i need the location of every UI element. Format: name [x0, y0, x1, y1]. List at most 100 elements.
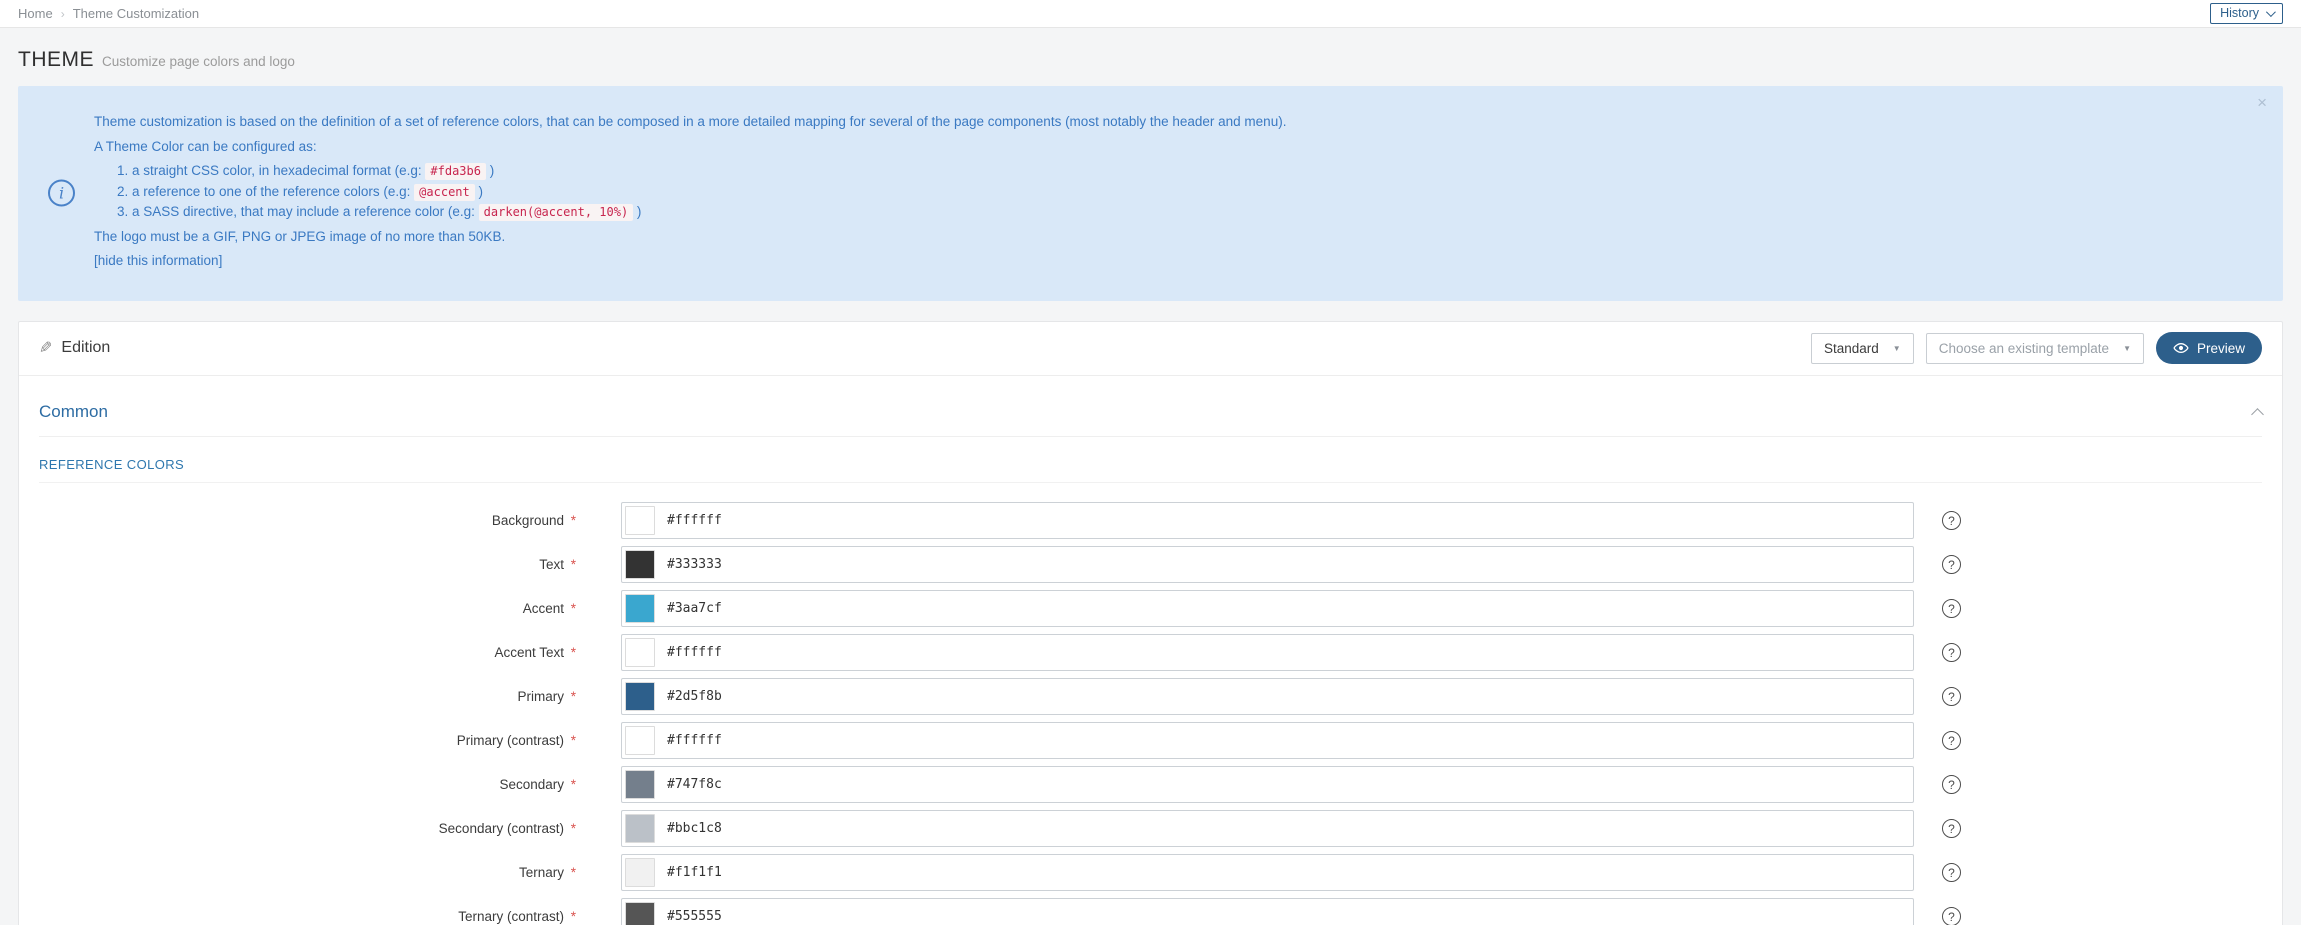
edition-header: ✎ Edition Standard ▼ Choose an existing …: [19, 322, 2282, 376]
help-icon[interactable]: ?: [1942, 863, 1961, 882]
hex-value-input[interactable]: [667, 557, 967, 572]
info-paragraph-1: Theme customization is based on the defi…: [94, 113, 2243, 131]
required-asterisk: *: [571, 865, 576, 880]
reference-color-fields: Background * ? Text * ? Accent * ? Accen…: [39, 499, 2262, 925]
help-icon[interactable]: ?: [1942, 555, 1961, 574]
reference-colors-title: REFERENCE COLORS: [39, 457, 2262, 483]
edition-controls: Standard ▼ Choose an existing template ▼…: [1811, 332, 2262, 364]
required-asterisk: *: [571, 513, 576, 528]
common-header[interactable]: Common: [39, 396, 2262, 437]
color-swatch[interactable]: [625, 902, 655, 925]
code-snippet: #fda3b6: [425, 163, 486, 180]
color-input[interactable]: [621, 810, 1914, 847]
color-input[interactable]: [621, 722, 1914, 759]
common-title: Common: [39, 402, 108, 422]
theme-edition-card: ✎ Edition Standard ▼ Choose an existing …: [18, 321, 2283, 925]
field-label: Primary *: [39, 689, 576, 704]
color-input[interactable]: [621, 502, 1914, 539]
field-label: Secondary (contrast) *: [39, 821, 576, 836]
help-icon[interactable]: ?: [1942, 819, 1961, 838]
edition-title: Edition: [61, 339, 110, 357]
color-swatch[interactable]: [625, 814, 655, 843]
hex-value-input[interactable]: [667, 821, 967, 836]
common-section: Common REFERENCE COLORS Background * ? T…: [19, 376, 2282, 925]
color-input[interactable]: [621, 766, 1914, 803]
breadcrumb-separator-icon: ›: [61, 7, 65, 21]
field-label: Accent *: [39, 601, 576, 616]
color-input[interactable]: [621, 678, 1914, 715]
hex-value-input[interactable]: [667, 601, 967, 616]
help-icon[interactable]: ?: [1942, 775, 1961, 794]
color-field-row: Background * ?: [39, 499, 2262, 543]
field-label: Text *: [39, 557, 576, 572]
required-asterisk: *: [571, 909, 576, 924]
color-field-row: Secondary * ?: [39, 763, 2262, 807]
hex-value-input[interactable]: [667, 733, 967, 748]
info-icon: i: [48, 180, 75, 207]
info-list-item: a reference to one of the reference colo…: [132, 183, 2243, 201]
breadcrumb-home[interactable]: Home: [18, 6, 53, 21]
required-asterisk: *: [571, 689, 576, 704]
field-label: Ternary *: [39, 865, 576, 880]
mode-select[interactable]: Standard ▼: [1811, 333, 1914, 364]
color-swatch[interactable]: [625, 726, 655, 755]
color-swatch[interactable]: [625, 594, 655, 623]
color-input[interactable]: [621, 634, 1914, 671]
hex-value-input[interactable]: [667, 865, 967, 880]
color-swatch[interactable]: [625, 550, 655, 579]
color-field-row: Ternary * ?: [39, 851, 2262, 895]
help-icon[interactable]: ?: [1942, 511, 1961, 530]
hide-information-link[interactable]: [hide this information]: [94, 253, 222, 268]
page-subtitle: Customize page colors and logo: [102, 54, 295, 69]
required-asterisk: *: [571, 601, 576, 616]
pencil-icon: ✎: [39, 338, 52, 358]
hex-value-input[interactable]: [667, 777, 967, 792]
preview-button-label: Preview: [2197, 341, 2245, 356]
breadcrumb: Home › Theme Customization: [18, 6, 199, 21]
color-input[interactable]: [621, 898, 1914, 925]
preview-button[interactable]: Preview: [2156, 332, 2262, 364]
help-icon[interactable]: ?: [1942, 907, 1961, 925]
color-input[interactable]: [621, 854, 1914, 891]
history-button-label: History: [2220, 6, 2259, 20]
hex-value-input[interactable]: [667, 645, 967, 660]
history-button[interactable]: History: [2210, 3, 2283, 24]
field-label: Primary (contrast) *: [39, 733, 576, 748]
required-asterisk: *: [571, 733, 576, 748]
breadcrumb-theme-customization: Theme Customization: [73, 6, 199, 21]
info-box: i × Theme customization is based on the …: [18, 86, 2283, 301]
hex-value-input[interactable]: [667, 909, 967, 924]
code-snippet: darken(@accent, 10%): [479, 204, 634, 221]
color-field-row: Primary * ?: [39, 675, 2262, 719]
help-icon[interactable]: ?: [1942, 599, 1961, 618]
help-icon[interactable]: ?: [1942, 643, 1961, 662]
color-swatch[interactable]: [625, 858, 655, 887]
color-input[interactable]: [621, 590, 1914, 627]
color-input[interactable]: [621, 546, 1914, 583]
color-swatch[interactable]: [625, 506, 655, 535]
field-label: Secondary *: [39, 777, 576, 792]
close-icon[interactable]: ×: [2257, 94, 2267, 111]
edition-title-group: ✎ Edition: [39, 338, 110, 358]
color-swatch[interactable]: [625, 638, 655, 667]
field-label: Accent Text *: [39, 645, 576, 660]
required-asterisk: *: [571, 645, 576, 660]
page-header: THEME Customize page colors and logo: [0, 28, 2301, 86]
chevron-down-icon: [2266, 7, 2276, 17]
chevron-up-icon[interactable]: [2251, 409, 2264, 422]
required-asterisk: *: [571, 821, 576, 836]
help-icon[interactable]: ?: [1942, 687, 1961, 706]
hex-value-input[interactable]: [667, 513, 967, 528]
help-icon[interactable]: ?: [1942, 731, 1961, 750]
field-label: Ternary (contrast) *: [39, 909, 576, 924]
mode-select-value: Standard: [1824, 341, 1879, 356]
hex-value-input[interactable]: [667, 689, 967, 704]
page-title: THEME: [18, 48, 94, 72]
color-swatch[interactable]: [625, 682, 655, 711]
info-paragraph-3: The logo must be a GIF, PNG or JPEG imag…: [94, 228, 2243, 246]
color-swatch[interactable]: [625, 770, 655, 799]
color-field-row: Ternary (contrast) * ?: [39, 895, 2262, 925]
info-paragraph-2: A Theme Color can be configured as:: [94, 138, 2243, 156]
info-list-item: a straight CSS color, in hexadecimal for…: [132, 162, 2243, 180]
template-select[interactable]: Choose an existing template ▼: [1926, 333, 2144, 364]
